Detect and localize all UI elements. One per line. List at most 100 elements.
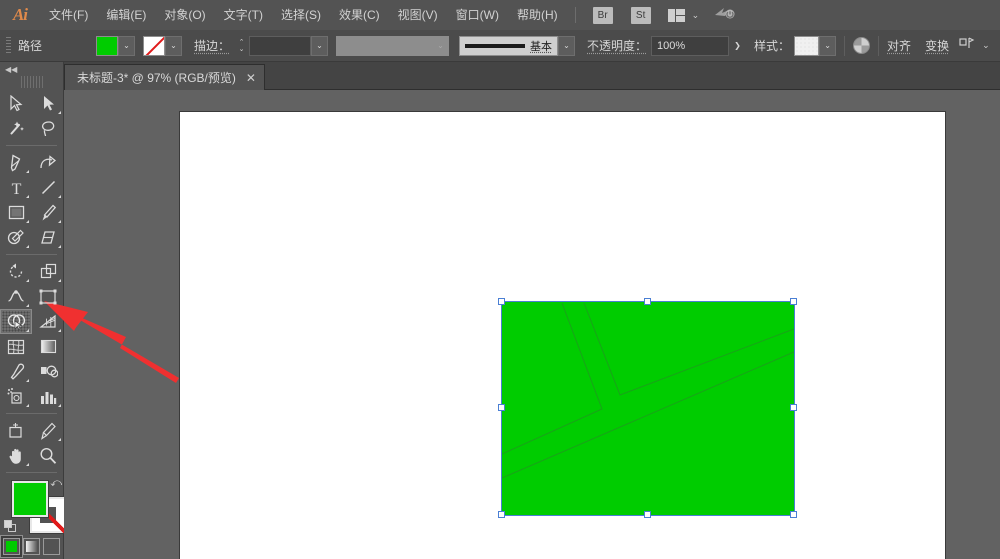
bridge-button[interactable]: Br <box>593 7 613 24</box>
graphic-style-swatch[interactable] <box>794 36 819 56</box>
handle-bottom-right[interactable] <box>790 511 797 518</box>
stock-button[interactable]: St <box>631 7 651 24</box>
opacity-value: 100% <box>657 40 685 52</box>
fill-indicator-swatch[interactable] <box>12 481 48 517</box>
lasso-tool[interactable] <box>32 116 64 141</box>
default-fill-stroke-icon[interactable] <box>4 520 17 533</box>
paintbrush-tool[interactable] <box>32 200 64 225</box>
selected-path-shape[interactable] <box>502 302 794 515</box>
fill-dropdown-arrow[interactable]: ⌄ <box>118 36 135 56</box>
handle-top-right[interactable] <box>790 298 797 305</box>
stroke-weight-stepper[interactable]: ⌃⌄ <box>234 36 249 56</box>
brush-definition-dropdown-arrow[interactable]: ⌄ <box>558 36 575 56</box>
magic-wand-tool[interactable] <box>0 116 32 141</box>
shape-builder-tool[interactable] <box>0 309 32 334</box>
handle-bottom-center[interactable] <box>644 511 651 518</box>
artboard[interactable] <box>180 112 945 559</box>
menu-select[interactable]: 选择(S) <box>272 0 330 30</box>
fill-control[interactable]: ⌄ <box>96 36 135 56</box>
scale-tool[interactable] <box>32 259 64 284</box>
menu-view[interactable]: 视图(V) <box>389 0 447 30</box>
selection-bounding-box <box>502 302 794 515</box>
creative-cloud-icon[interactable] <box>713 5 737 26</box>
opacity-label[interactable]: 不透明度： <box>587 37 647 54</box>
menu-file[interactable]: 文件(F) <box>40 0 97 30</box>
stroke-profile-input[interactable] <box>336 36 432 56</box>
perspective-grid-tool[interactable] <box>32 309 64 334</box>
close-icon[interactable]: ✕ <box>246 72 256 84</box>
document-tab-title: 未标题-3* @ 97% (RGB/预览) <box>77 69 236 86</box>
brush-definition-control[interactable]: 基本 <box>459 36 558 56</box>
color-mode-button[interactable] <box>3 538 20 555</box>
swap-fill-stroke-icon[interactable]: ⤺ <box>50 477 62 490</box>
stroke-weight-input[interactable] <box>249 36 311 56</box>
recolor-artwork-icon[interactable] <box>853 37 870 54</box>
symbol-sprayer-tool[interactable] <box>0 384 32 409</box>
eraser-tool[interactable] <box>32 225 64 250</box>
control-bar: 路径 ⌄ ⌄ 描边： ⌃⌄ ⌄ ⌄ 基本 ⌄ 不透明度： 10 <box>0 30 1000 62</box>
gradient-mode-button[interactable] <box>23 538 40 555</box>
handle-top-center[interactable] <box>644 298 651 305</box>
none-mode-button[interactable] <box>43 538 60 555</box>
hand-tool[interactable] <box>0 443 32 468</box>
handle-middle-left[interactable] <box>498 404 505 411</box>
menu-help[interactable]: 帮助(H) <box>508 0 567 30</box>
menu-type[interactable]: 文字(T) <box>215 0 272 30</box>
menu-effect[interactable]: 效果(C) <box>330 0 389 30</box>
handle-middle-right[interactable] <box>790 404 797 411</box>
tools-group-selection <box>0 91 63 141</box>
gradient-tool[interactable] <box>32 334 64 359</box>
arrange-documents-icon[interactable] <box>668 9 685 22</box>
tools-divider-2 <box>6 254 57 255</box>
stroke-color-control[interactable]: ⌄ <box>143 36 182 56</box>
handle-bottom-left[interactable] <box>498 511 505 518</box>
curvature-tool[interactable] <box>32 150 64 175</box>
object-type-label: 路径 <box>18 37 96 54</box>
free-transform-tool[interactable] <box>32 284 64 309</box>
direct-selection-tool[interactable] <box>32 91 64 116</box>
more-options-icon[interactable] <box>959 36 975 55</box>
chevron-down-icon[interactable]: ⌄ <box>692 10 700 21</box>
brush-definition-label: 基本 <box>530 38 552 54</box>
canvas-area[interactable] <box>64 90 1000 559</box>
control-bar-divider <box>844 36 845 56</box>
stroke-profile-dropdown-arrow[interactable]: ⌄ <box>432 36 449 56</box>
eyedropper-tool[interactable] <box>0 359 32 384</box>
artboard-tool[interactable] <box>0 418 32 443</box>
slice-tool[interactable] <box>32 418 64 443</box>
menu-window[interactable]: 窗口(W) <box>447 0 508 30</box>
transform-button[interactable]: 变换 <box>925 37 949 54</box>
blend-tool[interactable] <box>32 359 64 384</box>
type-tool[interactable]: T <box>0 175 32 200</box>
opacity-expand-arrow[interactable]: ❯ <box>729 36 746 56</box>
align-button[interactable]: 对齐 <box>887 37 911 54</box>
stroke-none-swatch[interactable] <box>143 36 165 56</box>
stroke-color-dropdown-arrow[interactable]: ⌄ <box>165 36 182 56</box>
tools-panel-grip[interactable] <box>21 76 43 88</box>
control-bar-grip[interactable] <box>6 37 11 55</box>
more-options-chevron-icon[interactable]: ⌄ <box>982 40 990 51</box>
style-dropdown-arrow[interactable]: ⌄ <box>819 36 836 56</box>
opacity-field[interactable]: 100% <box>651 36 729 56</box>
tools-divider-3 <box>6 413 57 414</box>
mesh-tool[interactable] <box>0 334 32 359</box>
line-segment-tool[interactable] <box>32 175 64 200</box>
brush-stroke-preview <box>465 44 525 48</box>
selection-tool[interactable] <box>0 91 32 116</box>
fill-swatch[interactable] <box>96 36 118 56</box>
stroke-weight-label[interactable]: 描边： <box>194 37 230 54</box>
rotate-tool[interactable] <box>0 259 32 284</box>
illustrator-window: Ai 文件(F) 编辑(E) 对象(O) 文字(T) 选择(S) 效果(C) 视… <box>0 0 1000 559</box>
zoom-tool[interactable] <box>32 443 64 468</box>
tools-collapse-button[interactable]: ◀◀ <box>0 62 63 76</box>
rectangle-tool[interactable] <box>0 200 32 225</box>
stroke-weight-dropdown-arrow[interactable]: ⌄ <box>311 36 328 56</box>
menu-object[interactable]: 对象(O) <box>155 0 214 30</box>
width-tool[interactable] <box>0 284 32 309</box>
column-graph-tool[interactable] <box>32 384 64 409</box>
menu-edit[interactable]: 编辑(E) <box>97 0 155 30</box>
pen-tool[interactable] <box>0 150 32 175</box>
shaper-tool[interactable] <box>0 225 32 250</box>
handle-top-left[interactable] <box>498 298 505 305</box>
document-tab[interactable]: 未标题-3* @ 97% (RGB/预览) ✕ <box>64 64 265 90</box>
